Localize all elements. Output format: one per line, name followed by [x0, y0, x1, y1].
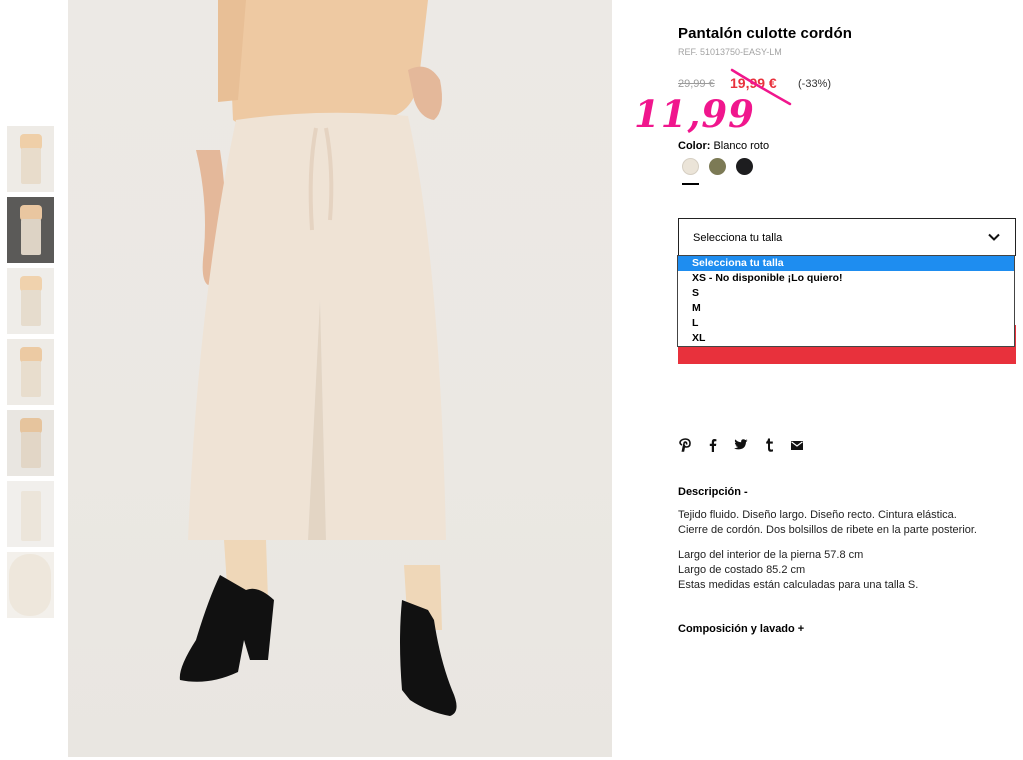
tumblr-icon[interactable]	[762, 438, 776, 452]
size-option-xl[interactable]: XL	[678, 331, 1014, 346]
size-option-m[interactable]: M	[678, 301, 1014, 316]
size-option-placeholder[interactable]: Selecciona tu talla	[678, 256, 1014, 271]
pinterest-icon[interactable]	[678, 438, 692, 452]
thumbnail-list	[7, 126, 55, 623]
thumbnail-5[interactable]	[7, 410, 54, 476]
measurement-line: Estas medidas están calculadas para una …	[678, 579, 919, 591]
chevron-down-icon	[988, 233, 1000, 241]
size-option-l[interactable]: L	[678, 316, 1014, 331]
discount-badge: (-33%)	[798, 78, 832, 90]
swatch-negro[interactable]	[736, 158, 753, 175]
main-product-image	[68, 0, 612, 757]
thumbnail-7[interactable]	[7, 552, 54, 618]
color-swatches	[682, 158, 753, 175]
handwritten-price: 11,99	[634, 92, 755, 136]
share-icons	[678, 438, 804, 452]
measurement-line: Largo del interior de la pierna 57.8 cm	[678, 549, 864, 561]
email-icon[interactable]	[790, 438, 804, 452]
thumbnail-6[interactable]	[7, 481, 54, 547]
selected-swatch-indicator	[682, 183, 699, 185]
thumbnail-2[interactable]	[7, 197, 54, 263]
swatch-caqui[interactable]	[709, 158, 726, 175]
color-label: Color:	[678, 140, 711, 152]
facebook-icon[interactable]	[706, 438, 720, 452]
description-toggle[interactable]: Descripción -	[678, 486, 748, 498]
color-value: Blanco roto	[710, 140, 770, 152]
old-price: 29,99 €	[678, 78, 715, 90]
description-line: Tejido fluido. Diseño largo. Diseño rect…	[678, 509, 957, 521]
thumbnail-3[interactable]	[7, 268, 54, 334]
size-select[interactable]: Selecciona tu talla	[678, 218, 1016, 256]
size-option-xs[interactable]: XS - No disponible ¡Lo quiero!	[678, 271, 1014, 286]
thumbnail-1[interactable]	[7, 126, 54, 192]
thumbnail-4[interactable]	[7, 339, 54, 405]
size-option-s[interactable]: S	[678, 286, 1014, 301]
product-title: Pantalón culotte cordón	[678, 25, 852, 42]
product-photo	[179, 0, 457, 716]
swatch-blanco-roto[interactable]	[682, 158, 699, 175]
color-row: Color: Blanco roto	[678, 140, 769, 152]
product-reference: REF. 51013750-EASY-LM	[678, 47, 782, 57]
measurement-line: Largo de costado 85.2 cm	[678, 564, 806, 576]
composition-toggle[interactable]: Composición y lavado +	[678, 623, 804, 635]
twitter-icon[interactable]	[734, 438, 748, 452]
size-select-label: Selecciona tu talla	[693, 232, 783, 244]
description-line: Cierre de cordón. Dos bolsillos de ribet…	[678, 524, 977, 536]
size-dropdown-list: Selecciona tu talla XS - No disponible ¡…	[677, 255, 1015, 347]
